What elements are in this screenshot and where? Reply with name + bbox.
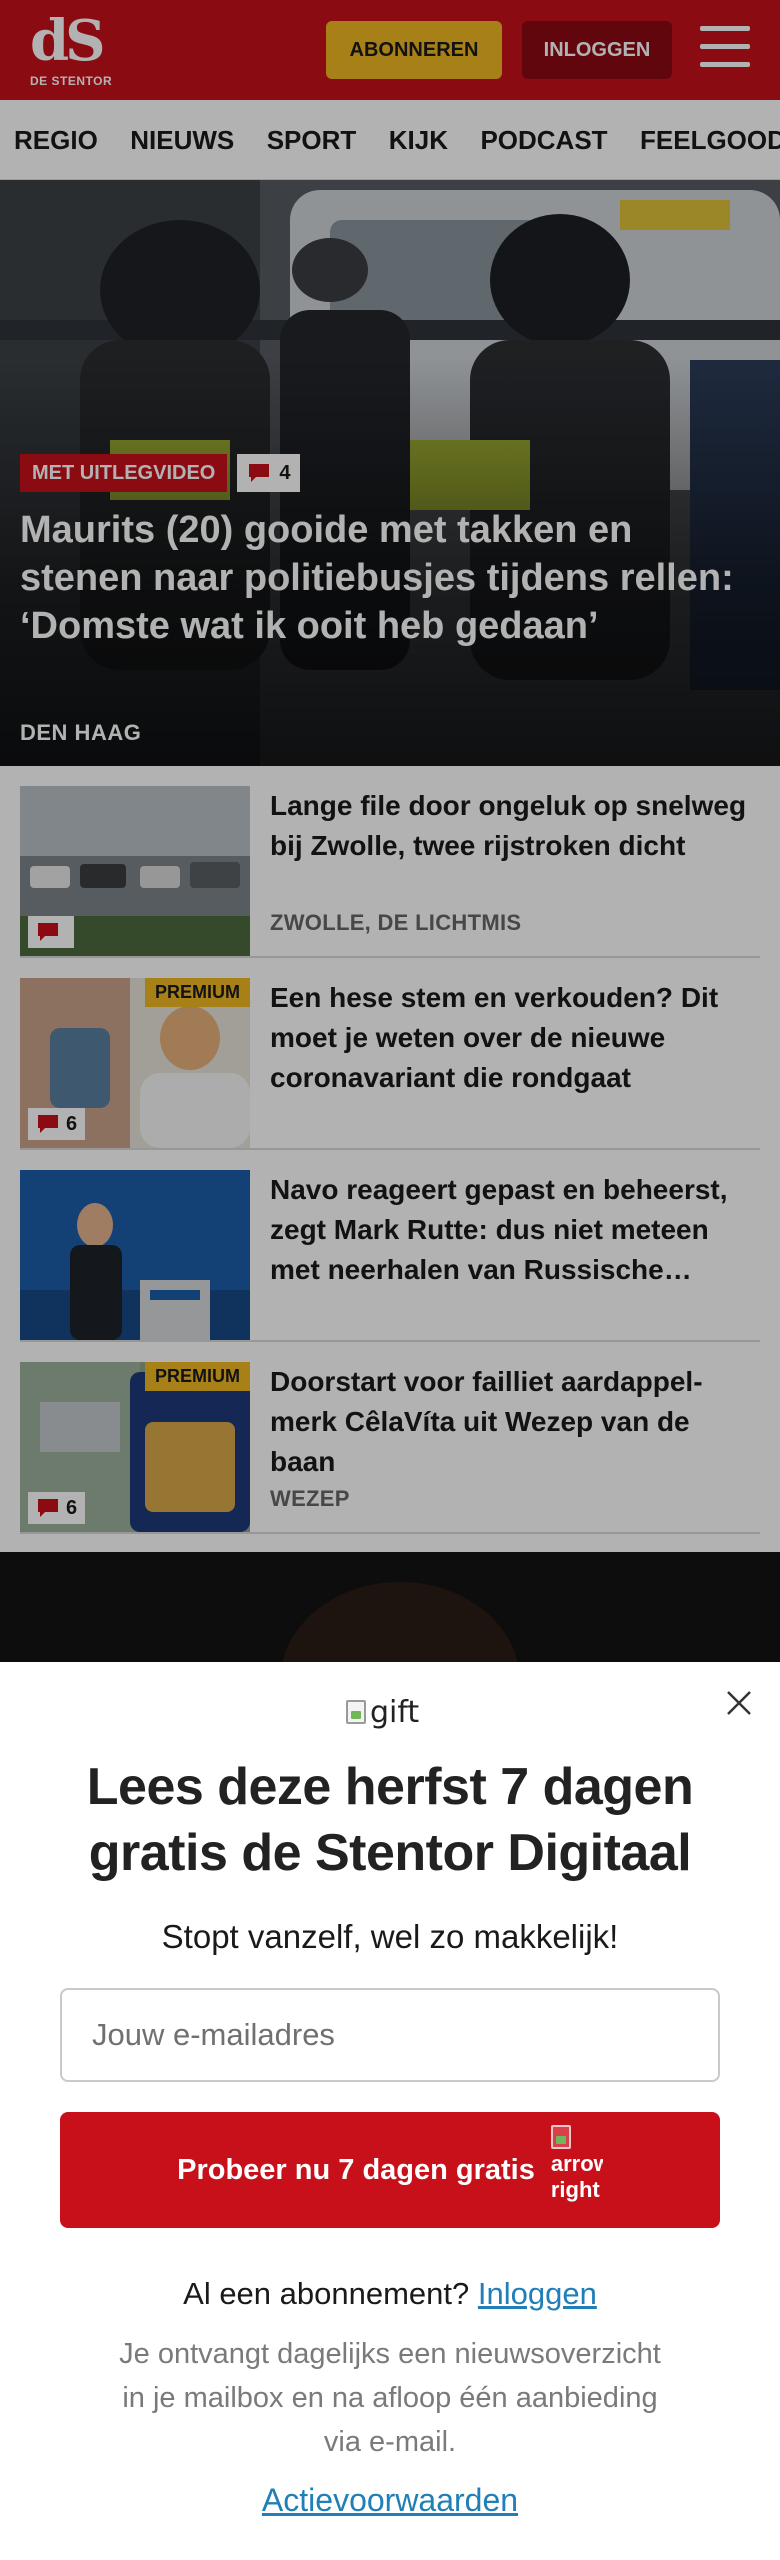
email-input[interactable] [60,1988,720,2082]
broken-image-icon [346,1700,366,1724]
existing-subscription-text: Al een abonnement? [183,2276,470,2311]
cta-label: Probeer nu 7 dagen gratis [177,2153,535,2186]
arrow-icon-alt: arrow right [550,2151,603,2202]
terms-link[interactable]: Actievoorwaarden [40,2482,740,2519]
info-text: Je ontvangt dagelijks een nieuwsoverzich… [119,2338,661,2458]
gift-image: gift [346,1692,419,1732]
close-icon[interactable] [722,1686,756,1720]
gift-image-alt: gift [370,1694,420,1730]
modal-subtitle: Stopt vanzelf, wel zo makkelijk! [161,1918,619,1955]
existing-subscription: Al een abonnement? Inloggen [40,2276,740,2312]
modal-backdrop[interactable] [0,0,780,1662]
broken-image-icon [550,2125,571,2149]
trial-cta-button[interactable]: Probeer nu 7 dagen gratis arrow right [60,2112,720,2228]
subscription-modal: gift Lees deze herfst 7 dagen gratis de … [0,1662,780,2560]
modal-title: Lees deze herfst 7 dagen gratis de Stent… [86,1758,694,1882]
arrow-right-icon: arrow right [550,2125,603,2215]
modal-login-link[interactable]: Inloggen [478,2276,597,2311]
